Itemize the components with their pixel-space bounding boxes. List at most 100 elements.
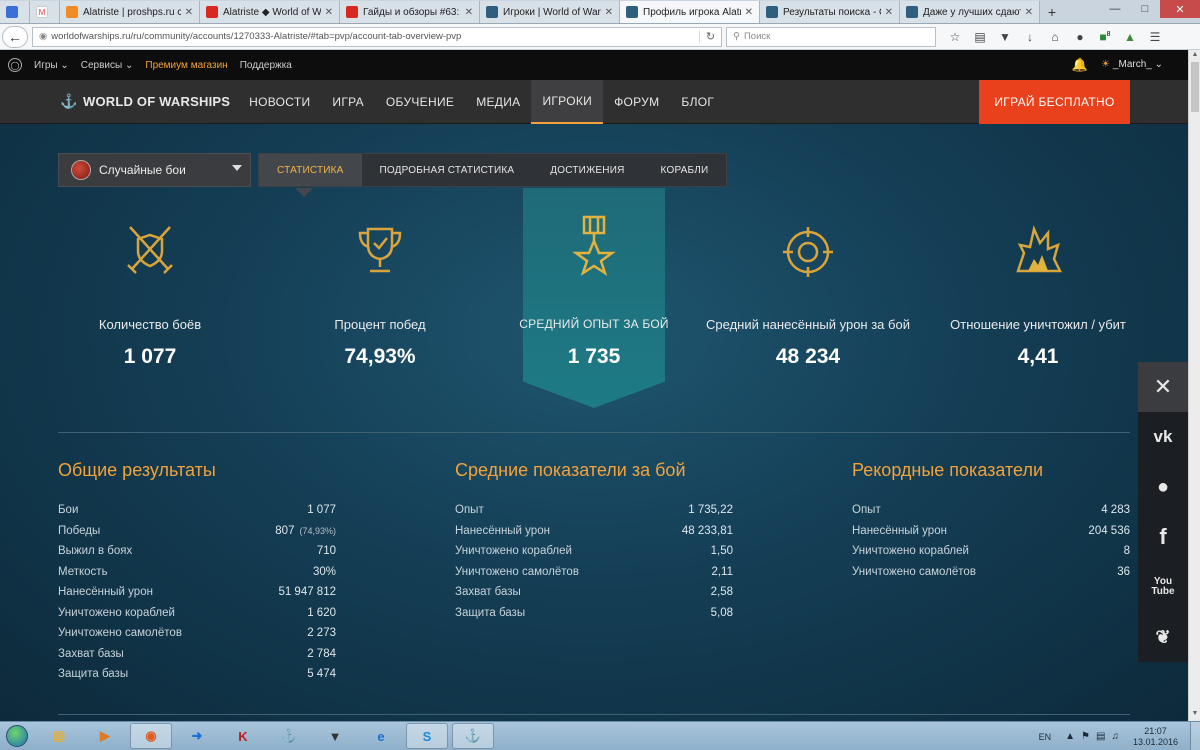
browser-tab[interactable]: Игроки | World of Warshi... ✕ [480,1,620,23]
tray-arrow-icon[interactable]: ▲ [1065,731,1075,742]
nav-item[interactable]: ИГРОКИ [531,79,604,124]
pocket-icon[interactable]: ▼ [996,30,1014,44]
close-tab-icon[interactable]: ✕ [745,7,753,18]
network-icon[interactable]: ▤ [1096,731,1105,742]
address-bar[interactable]: ◉ worldofwarships.ru/ru/community/accoun… [32,26,722,47]
chat-icon[interactable]: ● [1071,30,1089,44]
extension-badge-icon[interactable]: ■8 [1096,30,1114,44]
volume-icon[interactable]: ♫ [1111,731,1119,742]
app-icon[interactable]: ➜ [176,723,218,749]
explorer-app-icon[interactable]: ▤ [38,723,80,749]
menu-icon[interactable]: ☰ [1146,30,1164,44]
media-player-app-icon[interactable]: ▶ [84,723,126,749]
stats-tab[interactable]: КОРАБЛИ [643,154,727,186]
premium-shop-link[interactable]: Премиум магазин [145,60,227,71]
browser-tab[interactable]: Профиль игрока Alatrist... ✕ [620,1,760,23]
nav-item[interactable]: ИГРА [321,80,375,124]
twitter-icon[interactable]: ❦ [1138,612,1188,662]
games-menu[interactable]: Игры ⌄ [34,60,69,71]
close-tab-icon[interactable]: ✕ [885,7,893,18]
home-icon[interactable]: ⌂ [1046,30,1064,44]
nav-item[interactable]: БЛОГ [670,80,725,124]
vk-icon[interactable]: vk [1138,412,1188,462]
odnoklassniki-icon[interactable]: ● [1138,462,1188,512]
flag-icon[interactable]: ⚑ [1081,731,1090,742]
facebook-icon[interactable]: f [1138,512,1188,562]
scroll-up-icon[interactable]: ▲ [1190,51,1200,61]
close-icon[interactable]: ✕ [1138,362,1188,412]
close-tab-icon[interactable]: ✕ [465,7,473,18]
language-indicator[interactable]: EN [1039,732,1052,742]
battle-mode-select[interactable]: Случайные бои [58,153,251,187]
close-tab-icon[interactable]: ✕ [185,7,193,18]
start-button[interactable] [0,722,34,750]
explosion-icon [1016,224,1063,273]
kpi-value: 48 234 [775,345,841,368]
nav-item[interactable]: ОБУЧЕНИЕ [375,80,465,124]
extension-icon[interactable]: ▲ [1121,30,1139,44]
services-menu[interactable]: Сервисы ⌄ [81,60,134,71]
download-icon[interactable]: ↓ [1021,30,1039,44]
browser-tab[interactable] [0,1,30,23]
page-scrollbar[interactable]: ▲ ▼ [1188,50,1200,721]
scroll-down-icon[interactable]: ▼ [1190,710,1200,720]
wargaming-logo-icon[interactable]: ◯ [8,58,22,72]
new-tab-button[interactable]: + [1040,1,1064,23]
shield-swords-icon [127,226,173,274]
browser-tab[interactable]: Alatriste | proshps.ru ста... ✕ [60,1,200,23]
scrollbar-thumb[interactable] [1191,62,1199,112]
window-close-icon[interactable]: ✕ [1160,0,1200,18]
stat-value: 48 233,81 [681,524,733,537]
stat-row: Меткость 30% [58,562,336,583]
close-tab-icon[interactable]: ✕ [605,7,613,18]
show-desktop-button[interactable] [1190,722,1200,750]
browser-tab[interactable]: Гайды и обзоры #63: "М... ✕ [340,1,480,23]
random-battles-icon [71,160,91,180]
stats-tab[interactable]: ПОДРОБНАЯ СТАТИСТИКА [362,154,533,186]
kpi-value: 4,41 [1017,345,1059,368]
reload-icon[interactable]: ↻ [699,30,721,43]
app-icon[interactable]: K [222,723,264,749]
minimize-icon[interactable]: — [1100,0,1130,18]
nav-item[interactable]: ФОРУМ [603,80,670,124]
back-button[interactable]: ← [2,25,28,48]
nav-item[interactable]: НОВОСТИ [238,80,321,124]
nav-item[interactable]: МЕДИА [465,80,531,124]
browser-tab[interactable]: M [30,1,60,23]
browser-tab[interactable]: Результаты поиска - Оф... ✕ [760,1,900,23]
skype-app-icon[interactable]: S [406,723,448,749]
youtube-icon[interactable]: You Tube [1138,562,1188,612]
close-tab-icon[interactable]: ✕ [1025,7,1033,18]
stats-tab[interactable]: СТАТИСТИКА [259,154,362,186]
kpi-label: Средний нанесённый урон за бой [706,316,910,332]
ie-app-icon[interactable]: e [360,723,402,749]
trophy-icon [358,227,402,273]
stat-label: Бои [58,504,79,517]
wows-logo[interactable]: ⚓ WORLD OF WARSHIPS [60,93,230,111]
play-free-button[interactable]: ИГРАЙ БЕСПЛАТНО [979,80,1130,124]
maximize-icon[interactable]: □ [1130,0,1160,18]
wows-app-icon[interactable]: ⚓ [268,723,310,749]
stat-row: Нанесённый урон 48 233,81 [455,521,733,542]
bookmark-star-icon[interactable]: ☆ [946,30,964,44]
clock[interactable]: 21:07 13.01.2016 [1133,726,1178,748]
firefox-app-icon[interactable]: ◉ [130,723,172,749]
notifications-bell-icon[interactable]: 🔔 [1072,57,1088,73]
wot-app-icon[interactable]: ▼ [314,723,356,749]
stat-value: 710 [316,545,336,558]
reading-list-icon[interactable]: ▤ [971,30,989,44]
stats-tab[interactable]: ДОСТИЖЕНИЯ [532,154,642,186]
browser-tab[interactable]: Даже у лучших сдают н... ✕ [900,1,1040,23]
stats-tabs: СТАТИСТИКА ПОДРОБНАЯ СТАТИСТИКА ДОСТИЖЕНИЯ… [258,153,728,197]
support-link[interactable]: Поддержка [240,60,292,71]
kpi-label: СРЕДНИЙ ОПЫТ ЗА БОЙ [519,316,669,331]
browser-tab[interactable]: Alatriste ◆ World of Wars... ✕ [200,1,340,23]
stat-value: 51 947 812 [278,586,336,599]
user-menu[interactable]: ☀ _March_ ⌄ [1101,59,1163,70]
search-input[interactable]: ⚲ Поиск [726,26,936,47]
tab-label: Alatriste | proshps.ru ста... [83,6,181,18]
stat-row: Нанесённый урон 51 947 812 [58,582,336,603]
close-tab-icon[interactable]: ✕ [325,7,333,18]
user-sun-icon: ☀ [1101,59,1111,70]
wows-browser-app-icon[interactable]: ⚓ [452,723,494,749]
